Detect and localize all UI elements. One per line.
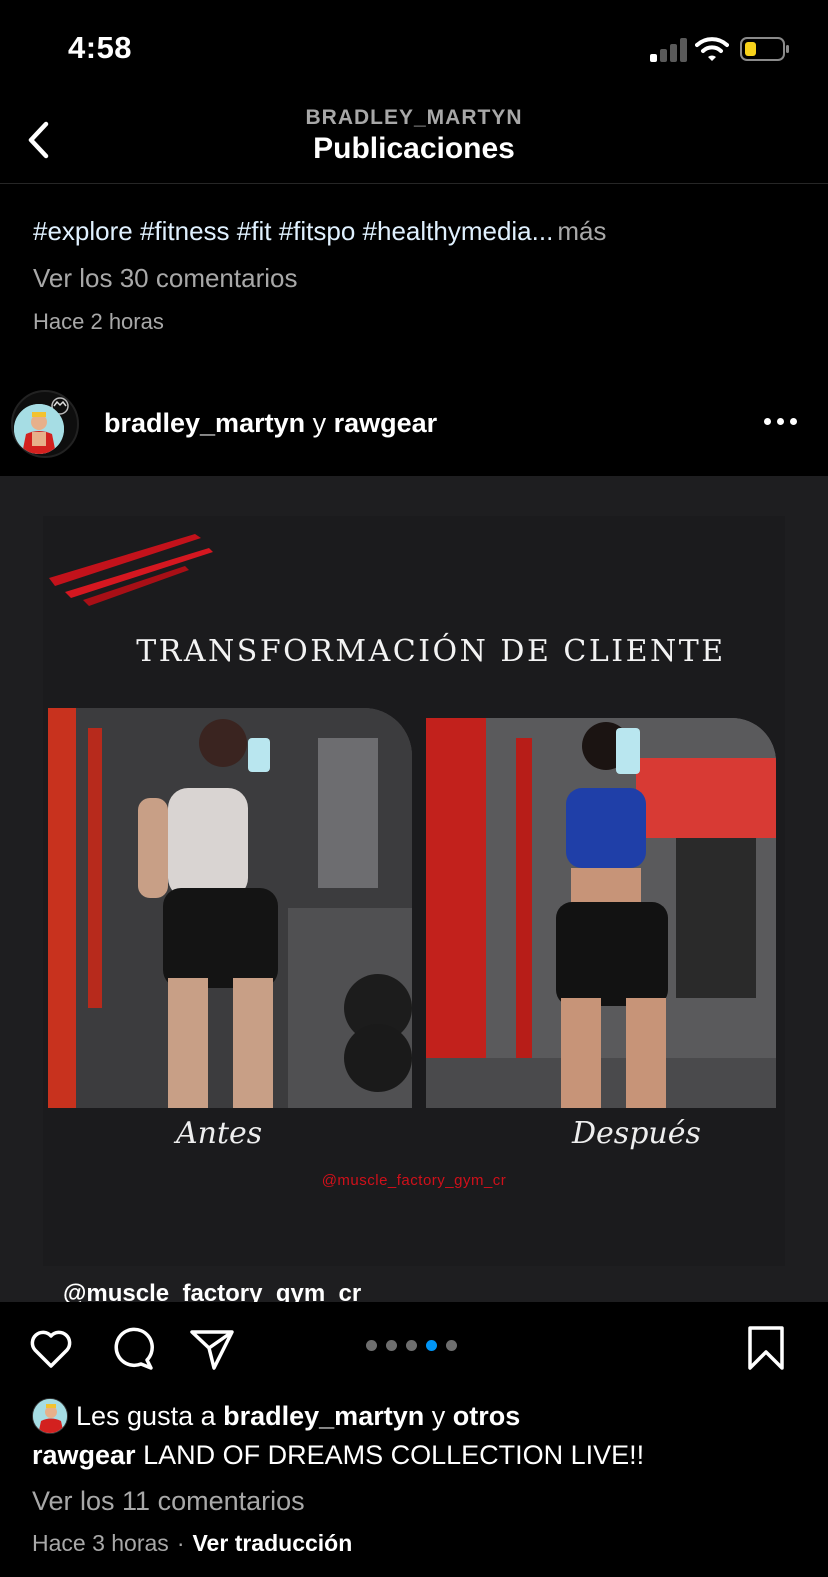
cellular-signal-icon bbox=[650, 38, 688, 62]
likes-others[interactable]: otros bbox=[453, 1401, 521, 1431]
liker-avatar bbox=[32, 1398, 68, 1434]
post-authors: bradley_martyn y rawgear bbox=[104, 408, 437, 439]
avatar[interactable] bbox=[14, 404, 64, 454]
battery-icon bbox=[740, 37, 789, 61]
liker-avatar-illustration bbox=[33, 1399, 67, 1433]
red-brush-stroke-graphic bbox=[49, 534, 213, 606]
more-link[interactable]: más bbox=[557, 216, 606, 246]
action-bar bbox=[0, 1302, 828, 1392]
carousel-dot bbox=[446, 1340, 457, 1351]
likes-prefix: Les gusta a bbox=[76, 1401, 216, 1431]
likes-user[interactable]: bradley_martyn bbox=[223, 1401, 424, 1431]
header-username: BRADLEY_MARTYN bbox=[305, 106, 523, 129]
authors-connector: y bbox=[312, 408, 327, 438]
post-meta: Hace 3 horas · Ver traducción bbox=[32, 1530, 352, 1557]
previous-post-hashtags[interactable]: #explore #fitness #fit #fitspo #healthym… bbox=[33, 216, 553, 246]
meta-separator: · bbox=[176, 1530, 185, 1556]
carousel-dot bbox=[366, 1340, 377, 1351]
page-title: Publicaciones bbox=[313, 132, 515, 165]
carousel-dot-active bbox=[426, 1340, 437, 1351]
avatar-illustration-icon bbox=[14, 404, 64, 454]
post-header: bradley_martyn y rawgear bbox=[0, 384, 828, 474]
carousel-dot bbox=[406, 1340, 417, 1351]
share-icon[interactable] bbox=[188, 1324, 236, 1372]
after-photo-illustration bbox=[426, 718, 776, 1108]
view-comments-link[interactable]: Ver los 11 comentarios bbox=[32, 1486, 305, 1517]
more-horizontal-icon[interactable] bbox=[764, 418, 798, 428]
status-bar: 4:58 bbox=[0, 0, 828, 100]
media-title: TRANSFORMACIÓN DE CLIENTE bbox=[136, 634, 726, 669]
post-media[interactable]: TRANSFORMACIÓN DE CLIENTE Antes Después … bbox=[0, 476, 828, 1302]
author-username[interactable]: bradley_martyn bbox=[104, 408, 305, 438]
navigation-header: BRADLEY_MARTYN Publicaciones bbox=[0, 100, 828, 184]
post-time: Hace 3 horas bbox=[32, 1530, 169, 1556]
heart-icon[interactable] bbox=[27, 1324, 75, 1372]
caption-username[interactable]: rawgear bbox=[32, 1440, 136, 1470]
before-label: Antes bbox=[176, 1116, 263, 1151]
after-photo bbox=[426, 718, 776, 1108]
likes-connector: y bbox=[431, 1401, 446, 1431]
bookmark-icon[interactable] bbox=[742, 1324, 790, 1372]
gym-handle-text: @muscle_factory_gym_cr bbox=[321, 1172, 507, 1189]
previous-post-view-comments[interactable]: Ver los 30 comentarios bbox=[33, 263, 297, 294]
before-photo-illustration bbox=[48, 708, 412, 1108]
wifi-icon bbox=[695, 37, 729, 61]
tag-overlay[interactable]: @muscle_factory_gym_cr bbox=[63, 1280, 361, 1302]
collaborator-username[interactable]: rawgear bbox=[334, 408, 438, 438]
before-photo bbox=[48, 708, 412, 1108]
carousel-indicator bbox=[364, 1338, 464, 1354]
after-label: Después bbox=[572, 1116, 701, 1151]
carousel-dot bbox=[386, 1340, 397, 1351]
likes-text: Les gusta a bradley_martyn y otros bbox=[76, 1401, 520, 1432]
previous-post-caption[interactable]: #explore #fitness #fit #fitspo #healthym… bbox=[33, 216, 606, 247]
translate-link[interactable]: Ver traducción bbox=[192, 1530, 352, 1556]
comment-icon[interactable] bbox=[107, 1324, 155, 1372]
previous-post-time: Hace 2 horas bbox=[33, 309, 164, 334]
caption-text: LAND OF DREAMS COLLECTION LIVE!! bbox=[143, 1440, 645, 1470]
post-caption: rawgear LAND OF DREAMS COLLECTION LIVE!! bbox=[32, 1440, 644, 1471]
status-time: 4:58 bbox=[68, 30, 133, 65]
